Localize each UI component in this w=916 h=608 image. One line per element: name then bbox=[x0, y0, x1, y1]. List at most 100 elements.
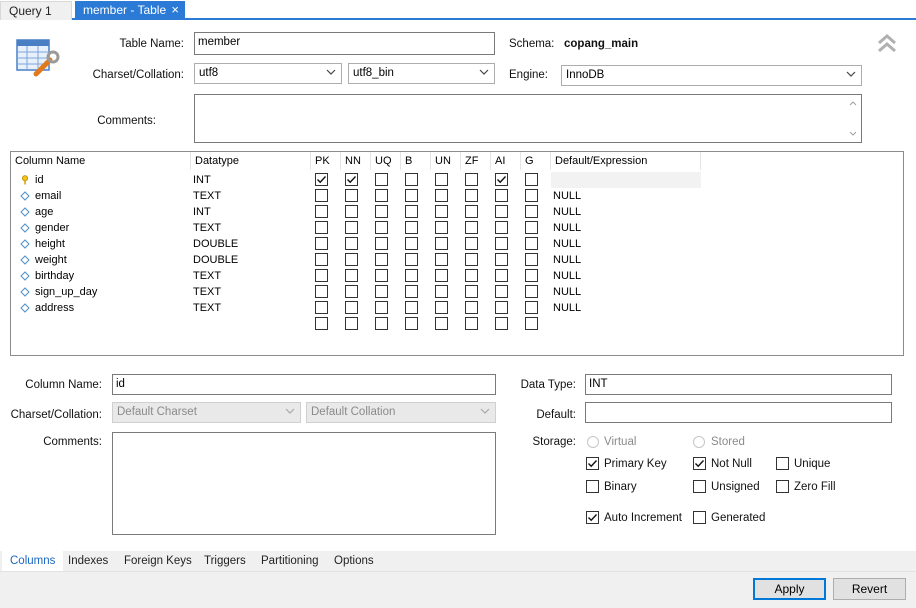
cell-b-checkbox[interactable] bbox=[405, 173, 418, 186]
table-name-input[interactable]: member bbox=[194, 32, 495, 55]
cell-column-name[interactable]: gender bbox=[35, 220, 69, 236]
cell-zf-checkbox[interactable] bbox=[465, 237, 478, 250]
cell-default[interactable]: NULL bbox=[553, 284, 581, 300]
binary-checkbox[interactable] bbox=[586, 480, 599, 493]
cell-un-checkbox[interactable] bbox=[435, 221, 448, 234]
cell-g-checkbox[interactable] bbox=[525, 285, 538, 298]
cell-pk-checkbox[interactable] bbox=[315, 189, 328, 202]
table-row[interactable] bbox=[11, 316, 903, 332]
cell-g-checkbox[interactable] bbox=[525, 253, 538, 266]
cell-column-name[interactable]: birthday bbox=[35, 268, 74, 284]
cell-un-checkbox[interactable] bbox=[435, 285, 448, 298]
table-row[interactable]: birthday TEXT NULL bbox=[11, 268, 903, 284]
not-null-checkbox[interactable] bbox=[693, 457, 706, 470]
cell-uq-checkbox[interactable] bbox=[375, 221, 388, 234]
cell-nn-checkbox[interactable] bbox=[345, 301, 358, 314]
cell-zf-checkbox[interactable] bbox=[465, 221, 478, 234]
table-row[interactable]: gender TEXT NULL bbox=[11, 220, 903, 236]
cell-nn-checkbox[interactable] bbox=[345, 189, 358, 202]
cell-default[interactable]: NULL bbox=[553, 300, 581, 316]
cell-uq-checkbox[interactable] bbox=[375, 285, 388, 298]
cell-column-name[interactable]: id bbox=[35, 172, 44, 188]
cell-column-name[interactable]: height bbox=[35, 236, 65, 252]
cell-default[interactable]: NULL bbox=[553, 220, 581, 236]
tab-triggers[interactable]: Triggers bbox=[204, 551, 246, 571]
header-pk[interactable]: PK bbox=[311, 152, 341, 170]
cell-un-checkbox[interactable] bbox=[435, 301, 448, 314]
unsigned-checkbox[interactable] bbox=[693, 480, 706, 493]
cell-datatype[interactable]: TEXT bbox=[193, 188, 221, 204]
tab-indexes[interactable]: Indexes bbox=[68, 551, 108, 571]
cell-column-name[interactable]: address bbox=[35, 300, 74, 316]
cell-datatype[interactable]: TEXT bbox=[193, 268, 221, 284]
cell-default[interactable]: NULL bbox=[553, 252, 581, 268]
cell-zf-checkbox[interactable] bbox=[465, 205, 478, 218]
cell-pk-checkbox[interactable] bbox=[315, 205, 328, 218]
columns-grid[interactable]: Column Name Datatype PK NN UQ B UN ZF AI… bbox=[10, 151, 904, 356]
cell-uq-checkbox[interactable] bbox=[375, 269, 388, 282]
header-b[interactable]: B bbox=[401, 152, 431, 170]
cell-zf-checkbox[interactable] bbox=[465, 285, 478, 298]
cell-b-checkbox[interactable] bbox=[405, 205, 418, 218]
cell-pk-checkbox[interactable] bbox=[315, 253, 328, 266]
cell-un-checkbox[interactable] bbox=[435, 189, 448, 202]
table-row[interactable]: email TEXT NULL bbox=[11, 188, 903, 204]
tab-foreign-keys[interactable]: Foreign Keys bbox=[124, 551, 192, 571]
tab-member-table[interactable]: member - Table × bbox=[75, 1, 185, 20]
revert-button[interactable]: Revert bbox=[833, 578, 906, 600]
cell-zf-checkbox[interactable] bbox=[465, 173, 478, 186]
cell-ai-checkbox[interactable] bbox=[495, 285, 508, 298]
cell-nn-checkbox[interactable] bbox=[345, 317, 358, 330]
cell-un-checkbox[interactable] bbox=[435, 317, 448, 330]
cell-uq-checkbox[interactable] bbox=[375, 189, 388, 202]
cell-default[interactable]: NULL bbox=[553, 204, 581, 220]
cell-zf-checkbox[interactable] bbox=[465, 269, 478, 282]
cell-g-checkbox[interactable] bbox=[525, 269, 538, 282]
cell-pk-checkbox[interactable] bbox=[315, 285, 328, 298]
comments-scrollbar[interactable] bbox=[847, 97, 859, 140]
cell-datatype[interactable]: TEXT bbox=[193, 220, 221, 236]
cell-datatype[interactable]: INT bbox=[193, 204, 211, 220]
cell-datatype[interactable]: DOUBLE bbox=[193, 236, 238, 252]
cell-default[interactable]: NULL bbox=[553, 268, 581, 284]
cell-g-checkbox[interactable] bbox=[525, 301, 538, 314]
cell-pk-checkbox[interactable] bbox=[315, 301, 328, 314]
cell-uq-checkbox[interactable] bbox=[375, 301, 388, 314]
cell-b-checkbox[interactable] bbox=[405, 253, 418, 266]
tab-query-1[interactable]: Query 1 bbox=[0, 1, 72, 20]
cell-column-name[interactable]: sign_up_day bbox=[35, 284, 97, 300]
cell-uq-checkbox[interactable] bbox=[375, 253, 388, 266]
cell-b-checkbox[interactable] bbox=[405, 301, 418, 314]
tab-columns[interactable]: Columns bbox=[2, 551, 64, 571]
cell-pk-checkbox[interactable] bbox=[315, 221, 328, 234]
table-comments-input[interactable] bbox=[194, 94, 862, 143]
cell-ai-checkbox[interactable] bbox=[495, 253, 508, 266]
cell-g-checkbox[interactable] bbox=[525, 317, 538, 330]
cell-pk-checkbox[interactable] bbox=[315, 269, 328, 282]
unique-checkbox[interactable] bbox=[776, 457, 789, 470]
column-name-input[interactable]: id bbox=[112, 374, 496, 395]
table-row[interactable]: sign_up_day TEXT NULL bbox=[11, 284, 903, 300]
cell-uq-checkbox[interactable] bbox=[375, 205, 388, 218]
cell-nn-checkbox[interactable] bbox=[345, 205, 358, 218]
cell-zf-checkbox[interactable] bbox=[465, 317, 478, 330]
cell-zf-checkbox[interactable] bbox=[465, 189, 478, 202]
cell-default[interactable]: NULL bbox=[553, 236, 581, 252]
cell-zf-checkbox[interactable] bbox=[465, 301, 478, 314]
datatype-input[interactable]: INT bbox=[585, 374, 892, 395]
cell-nn-checkbox[interactable] bbox=[345, 285, 358, 298]
cell-ai-checkbox[interactable] bbox=[495, 301, 508, 314]
cell-g-checkbox[interactable] bbox=[525, 205, 538, 218]
default-input[interactable] bbox=[585, 402, 892, 423]
cell-datatype[interactable]: TEXT bbox=[193, 300, 221, 316]
cell-ai-checkbox[interactable] bbox=[495, 189, 508, 202]
header-nn[interactable]: NN bbox=[341, 152, 371, 170]
cell-ai-checkbox[interactable] bbox=[495, 237, 508, 250]
cell-ai-checkbox[interactable] bbox=[495, 317, 508, 330]
engine-select[interactable]: InnoDB bbox=[561, 65, 862, 86]
cell-column-name[interactable]: weight bbox=[35, 252, 67, 268]
cell-column-name[interactable]: email bbox=[35, 188, 61, 204]
cell-ai-checkbox[interactable] bbox=[495, 205, 508, 218]
cell-g-checkbox[interactable] bbox=[525, 189, 538, 202]
cell-ai-checkbox[interactable] bbox=[495, 221, 508, 234]
